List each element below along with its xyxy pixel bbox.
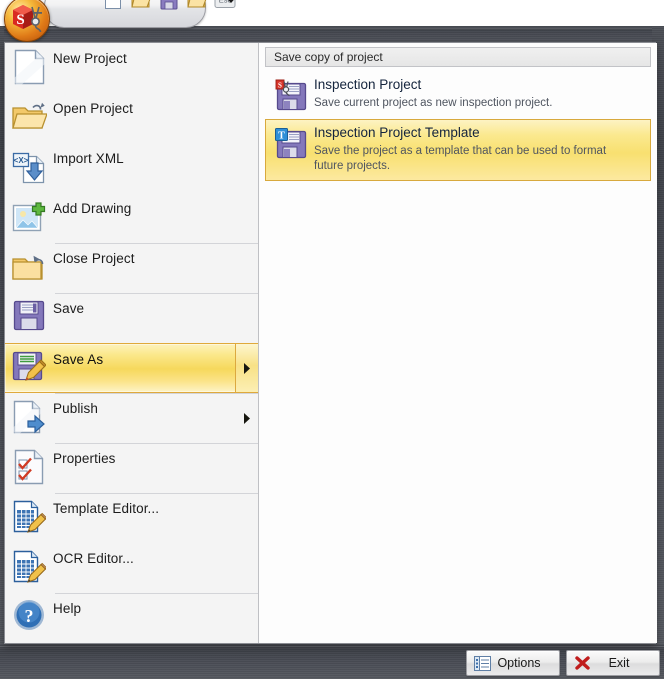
import-xml-icon: <X> (5, 143, 53, 185)
exit-button[interactable]: Exit (566, 650, 660, 676)
submenu-item-title: Inspection Project (314, 77, 422, 92)
menu-footer-bar: Options Exit (0, 646, 664, 679)
submenu-item-description: Save the project as a template that can … (314, 144, 607, 173)
menu-command-list: New Project Open Project <X> Import XML … (5, 43, 259, 643)
submenu-arrow-slot (236, 593, 258, 643)
menu-item-label: Publish (53, 401, 98, 416)
menu-item-save-as[interactable]: Save As (5, 343, 258, 393)
options-button[interactable]: Options (466, 650, 560, 676)
submenu-header: Save copy of project (265, 47, 651, 67)
publish-icon (5, 393, 53, 435)
chevron-down-icon (228, 0, 234, 3)
menu-item-label: Import XML (53, 151, 124, 166)
close-project-icon (5, 243, 53, 283)
svg-text:S: S (278, 82, 282, 90)
submenu-arrow-slot (236, 543, 258, 593)
add-drawing-icon (5, 193, 53, 235)
menu-item-properties[interactable]: Properties (5, 443, 258, 493)
menu-item-label: Save (53, 301, 85, 316)
svg-text:?: ? (25, 606, 34, 626)
qat-close-project-button[interactable] (185, 0, 209, 11)
menu-item-label: OCR Editor... (53, 551, 134, 566)
submenu-arrow-icon[interactable] (235, 344, 258, 392)
menu-item-label: Close Project (53, 251, 135, 266)
qat-open-folder-button[interactable] (129, 0, 153, 11)
submenu-arrow-slot (236, 443, 258, 493)
menu-item-help[interactable]: ? Help (5, 593, 258, 643)
folder-close-arrow-icon (187, 0, 207, 8)
menu-item-template-editor[interactable]: Template Editor... (5, 493, 258, 543)
options-button-label: Options (497, 656, 541, 670)
menu-item-label: New Project (53, 51, 127, 66)
svg-text:S: S (16, 12, 24, 28)
submenu-item-description: Save current project as new inspection p… (314, 96, 553, 109)
svg-text:T: T (278, 130, 285, 141)
quick-access-toolbar: Esc (44, 0, 236, 28)
submenu-arrow-slot (236, 143, 258, 193)
application-menu-panel: New Project Open Project <X> Import XML … (4, 42, 657, 644)
app-orb-logo-icon: S (13, 5, 42, 33)
menu-item-ocr-editor[interactable]: OCR Editor... (5, 543, 258, 593)
svg-text:<X>: <X> (14, 156, 29, 165)
submenu-arrow-slot (236, 93, 258, 143)
save-as-icon (5, 344, 53, 384)
submenu-arrow-slot (236, 193, 258, 243)
menu-item-label: Properties (53, 451, 116, 466)
submenu-arrow-slot (236, 243, 258, 293)
save-template-icon: T (270, 125, 314, 161)
save-floppy-icon (5, 293, 53, 332)
save-floppy-icon (160, 0, 178, 9)
new-document-icon (5, 43, 53, 85)
close-x-icon (567, 655, 597, 671)
submenu-arrow-slot (236, 493, 258, 543)
template-editor-icon (5, 493, 53, 535)
submenu-item-list: S Inspection Project Save current projec… (265, 71, 651, 181)
application-root: Esc S New Project Open Project <X> Impor… (0, 0, 664, 679)
submenu-panel: Save copy of project S Inspection Projec… (259, 43, 657, 643)
submenu-arrow-icon[interactable] (236, 393, 258, 443)
menu-item-label: Template Editor... (53, 501, 160, 516)
menu-item-new-project[interactable]: New Project (5, 43, 258, 93)
menu-item-open-project[interactable]: Open Project (5, 93, 258, 143)
ocr-editor-icon (5, 543, 53, 585)
menu-item-label: Open Project (53, 101, 133, 116)
qat-save-button[interactable] (157, 0, 181, 11)
exit-button-label: Exit (608, 656, 630, 670)
submenu-arrow-slot (236, 43, 258, 93)
menu-item-close-project[interactable]: Close Project (5, 243, 258, 293)
open-folder-icon (131, 0, 151, 8)
options-list-icon (467, 655, 497, 671)
open-folder-icon (5, 93, 53, 133)
menu-item-label: Add Drawing (53, 201, 132, 216)
menu-item-save[interactable]: Save (5, 293, 258, 343)
menu-item-add-drawing[interactable]: Add Drawing (5, 193, 258, 243)
menu-item-import-xml[interactable]: <X> Import XML (5, 143, 258, 193)
new-document-icon (105, 0, 121, 9)
submenu-item-inspection-project-template[interactable]: T Inspection Project Template Save the p… (265, 119, 651, 181)
submenu-item-inspection-project[interactable]: S Inspection Project Save current projec… (265, 71, 651, 119)
properties-icon (5, 443, 53, 485)
menu-item-publish[interactable]: Publish (5, 393, 258, 443)
help-icon: ? (5, 593, 53, 631)
menu-item-label: Help (53, 601, 82, 616)
submenu-item-title: Inspection Project Template (314, 125, 480, 140)
qat-overflow-button[interactable] (223, 0, 239, 8)
save-inspection-project-icon: S (270, 77, 314, 113)
submenu-arrow-slot (236, 293, 258, 343)
menu-item-label: Save As (53, 352, 104, 367)
qat-new-document-button[interactable] (101, 0, 125, 11)
